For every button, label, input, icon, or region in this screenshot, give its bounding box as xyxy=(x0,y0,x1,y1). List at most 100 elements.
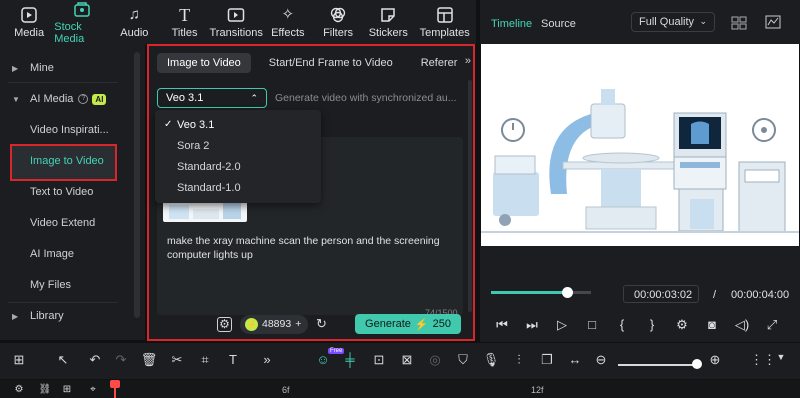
audio-mixer-icon[interactable]: ⫶ xyxy=(510,352,528,368)
tab-reference[interactable]: Referer xyxy=(411,53,458,73)
chevron-right-icon: ▶ xyxy=(12,311,19,321)
sidebar-item-image-to-video[interactable]: Image to Video xyxy=(30,155,104,167)
chevron-double-right-icon[interactable]: » xyxy=(258,352,276,367)
credits-balance[interactable]: ⚡ 48893 + xyxy=(240,314,308,334)
snapshot-camera-icon[interactable]: ◙ xyxy=(702,317,722,332)
ai-mascot-icon[interactable]: ☺ xyxy=(314,352,332,367)
grid-view-icon[interactable] xyxy=(731,16,747,35)
split-scissors-icon[interactable]: ✂ xyxy=(168,352,186,368)
sidebar-item-my-files[interactable]: My Files xyxy=(30,279,71,291)
text-icon[interactable]: T xyxy=(224,352,242,367)
app-window: Media Stock Media ♫ Audio T Titles Trans… xyxy=(0,0,800,398)
sidebar-item-text-to-video[interactable]: Text to Video xyxy=(30,186,93,198)
sidebar-item-video-extend[interactable]: Video Extend xyxy=(30,217,95,229)
toolbar-filters-label: Filters xyxy=(323,26,354,39)
mark-in-icon[interactable]: { xyxy=(612,317,632,332)
toolbar-filters[interactable]: Filters xyxy=(313,0,363,44)
tab-timeline[interactable]: Timeline xyxy=(491,18,532,30)
tab-start-end-frame[interactable]: Start/End Frame to Video xyxy=(259,53,403,73)
fit-timeline-icon[interactable]: ↔ xyxy=(566,352,584,367)
reference-image-thumbnail[interactable] xyxy=(163,201,247,222)
toolbar-media[interactable]: Media xyxy=(4,0,54,44)
playhead[interactable] xyxy=(114,380,116,398)
toolbar-stickers[interactable]: Stickers xyxy=(363,0,413,44)
help-icon[interactable]: ? xyxy=(78,94,89,104)
play-icon[interactable]: ▷ xyxy=(552,317,572,333)
toolbar-transitions[interactable]: Transitions xyxy=(210,0,263,44)
model-option-standard-2[interactable]: Standard-2.0 xyxy=(155,157,321,177)
toolbar-audio-label: Audio xyxy=(120,26,149,39)
stickers-icon xyxy=(379,6,397,24)
microphone-icon[interactable]: 🎙 xyxy=(482,352,500,368)
toolbar-effects[interactable]: ✧ Effects xyxy=(263,0,313,44)
marker-icon[interactable]: ⌖ xyxy=(84,384,102,395)
toolbar-effects-label: Effects xyxy=(271,26,305,39)
sidebar-library-label: Library xyxy=(30,310,64,322)
playback-progress-fill xyxy=(491,291,567,294)
speed-icon[interactable]: ◎ xyxy=(426,352,444,368)
delete-icon[interactable]: 🗑 xyxy=(140,352,158,368)
chevron-down-icon: ⌄ xyxy=(699,16,707,26)
video-preview[interactable] xyxy=(481,44,799,246)
column-layout-icon[interactable]: ⋮⋮ xyxy=(750,352,776,368)
prompt-text[interactable]: make the xray machine scan the person an… xyxy=(167,234,457,262)
ai-settings-icon[interactable]: ⚙ xyxy=(217,316,232,332)
zoom-slider-handle[interactable] xyxy=(692,359,702,369)
tab-source[interactable]: Source xyxy=(541,18,576,30)
fullscreen-icon[interactable]: ⤢ xyxy=(762,317,782,333)
sidebar-item-ai-media[interactable]: ▼ AI Media ? AI xyxy=(8,85,118,113)
toolbar-stock-media[interactable]: Stock Media xyxy=(54,0,109,45)
auto-reframe-icon[interactable]: ⊡ xyxy=(370,352,388,368)
toolbar-titles[interactable]: T Titles xyxy=(159,0,209,44)
templates-icon xyxy=(436,6,454,24)
panel-scrollbar[interactable] xyxy=(468,80,472,312)
tab-image-to-video[interactable]: Image to Video xyxy=(157,53,251,73)
sidebar-item-library[interactable]: ▶ Library xyxy=(8,302,118,330)
generate-button[interactable]: Generate ⚡ 250 xyxy=(355,314,461,334)
sidebar-item-ai-image[interactable]: AI Image xyxy=(30,248,74,260)
quality-value: Full Quality xyxy=(639,16,695,28)
zoom-out-icon[interactable]: ⊖ xyxy=(592,352,610,368)
copy-icon[interactable]: ❐ xyxy=(538,352,556,368)
toolbar-titles-label: Titles xyxy=(171,26,198,39)
previous-frame-icon[interactable]: ⏮ xyxy=(492,317,512,333)
settings-gear-icon[interactable]: ⚙ xyxy=(672,317,692,333)
layout-grid-icon[interactable]: ⊞ xyxy=(10,352,28,368)
split-green-icon[interactable]: ╪ xyxy=(341,352,359,367)
volume-icon[interactable]: ◁) xyxy=(732,317,752,333)
undo-icon[interactable]: ↶ xyxy=(86,352,104,368)
mark-out-icon[interactable]: } xyxy=(642,317,662,332)
plus-icon[interactable]: + xyxy=(295,318,301,330)
sidebar-divider xyxy=(8,82,118,83)
link-icon[interactable]: ⛓ xyxy=(36,384,54,395)
model-option-veo-3-1[interactable]: ✓ Veo 3.1 xyxy=(155,115,321,135)
crop-icon[interactable]: ⌗ xyxy=(196,352,214,368)
stop-icon[interactable]: □ xyxy=(582,317,602,332)
redo-icon[interactable]: ↷ xyxy=(112,352,130,368)
sidebar-item-video-inspiration[interactable]: Video Inspirati... xyxy=(30,124,109,136)
chevron-double-right-icon[interactable]: » xyxy=(465,55,471,67)
zoom-slider-track[interactable] xyxy=(618,364,696,366)
sidebar-scrollbar[interactable] xyxy=(134,52,140,318)
ai-badge: AI xyxy=(92,93,107,105)
quality-select[interactable]: Full Quality ⌄ xyxy=(631,12,715,32)
zoom-in-icon[interactable]: ⊕ xyxy=(706,352,724,368)
select-pointer-icon[interactable]: ↖ xyxy=(54,352,72,368)
chevron-down-icon[interactable]: ▼ xyxy=(772,352,790,362)
model-select[interactable]: Veo 3.1 ⌃ xyxy=(157,88,267,108)
toolbar-templates[interactable]: Templates xyxy=(413,0,476,44)
generate-cost: 250 xyxy=(432,318,451,330)
track-settings-icon[interactable]: ⚙ xyxy=(10,384,28,395)
timeline-ruler[interactable] xyxy=(0,380,800,398)
ai-tools-icon[interactable]: ⊠ xyxy=(398,352,416,368)
refresh-icon[interactable]: ↻ xyxy=(316,316,327,332)
waveform-icon[interactable] xyxy=(765,15,781,34)
toolbar-audio[interactable]: ♫ Audio xyxy=(109,0,159,44)
add-track-icon[interactable]: ⊞ xyxy=(58,384,76,395)
shield-icon[interactable]: ⛉ xyxy=(454,352,472,368)
playback-progress-handle[interactable] xyxy=(562,287,573,298)
sidebar-item-mine[interactable]: ▶ Mine xyxy=(8,54,118,82)
next-frame-icon[interactable]: ⏭ xyxy=(522,317,542,333)
model-option-sora-2[interactable]: Sora 2 xyxy=(155,136,321,156)
model-option-standard-1[interactable]: Standard-1.0 xyxy=(155,178,321,198)
